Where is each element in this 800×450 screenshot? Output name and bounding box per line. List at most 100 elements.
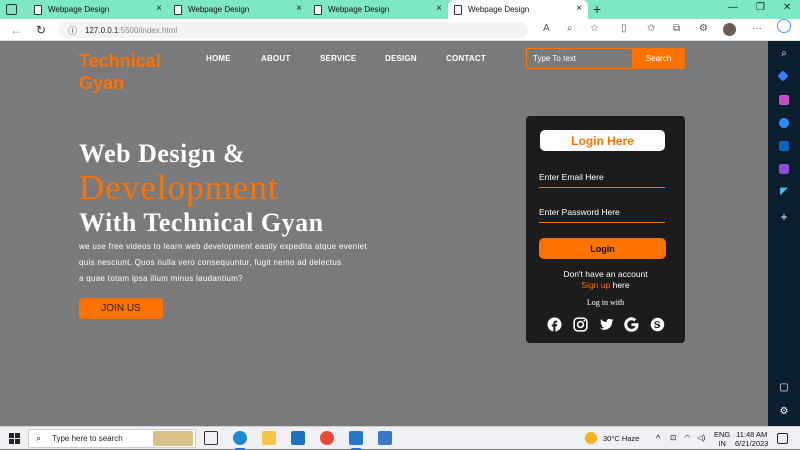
hero-heading-line-1: Web Design & (79, 139, 246, 168)
hero-paragraph-line: we use free videos to learn web developm… (79, 242, 367, 251)
hero-paragraph: we use free videos to learn web developm… (79, 239, 367, 287)
extensions-icon[interactable]: ⚙ (699, 23, 708, 34)
profile-avatar[interactable] (723, 23, 736, 36)
split-screen-icon[interactable]: ▯ (621, 23, 627, 34)
telegram-icon[interactable]: ◤ (779, 187, 789, 197)
facebook-icon[interactable] (547, 316, 562, 332)
hero-paragraph-line: a quae totam ipsa illum minus laudantium… (79, 274, 243, 283)
search-highlight-image (153, 431, 193, 446)
zoom-icon[interactable]: ⌕ (567, 23, 573, 34)
sidebar-settings-icon[interactable]: ⚙ (779, 407, 789, 417)
browser-toolbar: ← ↻ ⓘ 127.0.0.1:5500/index.html A ⌕ ☆ ▯ … (0, 19, 800, 41)
back-icon[interactable]: ← (10, 23, 22, 37)
nav-contact[interactable]: CONTACT (446, 54, 486, 63)
add-sidebar-app-icon[interactable]: + (779, 211, 789, 223)
login-card: Login Here Enter Email Here Enter Passwo… (526, 116, 685, 343)
taskbar-search-input[interactable]: ⌕ Type here to search (28, 429, 196, 448)
skype-icon[interactable] (650, 317, 665, 332)
browser-tab-active[interactable]: Webpage Design × (448, 0, 588, 19)
site-logo[interactable]: Technical Gyan (79, 50, 161, 94)
browser-tab[interactable]: Webpage Design × (168, 0, 308, 19)
games-icon[interactable] (779, 118, 789, 128)
instagram-icon[interactable] (573, 316, 588, 332)
tab-title: Webpage Design (328, 5, 390, 14)
collections-icon[interactable]: ⧉ (673, 23, 680, 34)
site-search-input[interactable]: Type To text (526, 48, 633, 69)
weather-text[interactable]: 30°C Haze (603, 434, 639, 443)
clock-date: 6/21/2023 (735, 439, 769, 448)
no-account-text: Don't have an account (563, 269, 648, 279)
favorites-icon[interactable]: ✩ (647, 23, 655, 34)
login-with-text: Log in with (586, 298, 625, 307)
tools-icon[interactable] (779, 95, 789, 105)
close-tab-icon[interactable]: × (576, 4, 582, 14)
favorite-star-icon[interactable]: ☆ (590, 23, 599, 34)
window-menu-icon[interactable] (6, 4, 17, 15)
volume-icon[interactable]: ◁) (697, 433, 705, 442)
read-aloud-icon[interactable]: A (543, 23, 550, 34)
nav-design[interactable]: DESIGN (385, 54, 417, 63)
hero-heading-line-3: With Technical Gyan (79, 208, 324, 237)
login-button[interactable]: Login (539, 238, 666, 259)
wifi-icon[interactable]: ◠ (684, 433, 691, 442)
windows-start-icon[interactable] (9, 433, 20, 444)
login-title: Login Here (540, 130, 665, 151)
chrome-icon[interactable] (320, 431, 334, 445)
social-login-icons (547, 316, 665, 332)
language-indicator[interactable]: ENG IN (714, 430, 730, 448)
page-icon (174, 4, 182, 15)
mail-icon[interactable] (291, 431, 305, 445)
nav-about[interactable]: ABOUT (261, 54, 290, 63)
browser-tab[interactable]: Webpage Design × (28, 0, 168, 19)
shopping-icon[interactable] (777, 70, 789, 82)
file-explorer-icon[interactable] (262, 431, 276, 445)
close-window-icon[interactable]: ✕ (783, 2, 791, 13)
more-menu-icon[interactable]: ··· (752, 23, 762, 34)
bing-chat-icon[interactable] (777, 19, 791, 33)
logo-line-1: Technical (79, 51, 161, 71)
logo-line-2: Gyan (79, 73, 125, 93)
weather-icon[interactable] (585, 432, 597, 444)
tray-chevron-icon[interactable]: ^ (656, 433, 660, 443)
task-view-icon[interactable] (204, 431, 218, 445)
twitter-icon[interactable] (599, 317, 614, 332)
hide-sidebar-icon[interactable]: ▢ (779, 383, 789, 393)
email-field[interactable]: Enter Email Here (539, 172, 665, 188)
maximize-icon[interactable]: ❐ (756, 2, 765, 13)
vscode-icon[interactable] (349, 431, 363, 445)
web-page: Technical Gyan HOME ABOUT SERVICE DESIGN… (0, 41, 768, 426)
search-icon: ⌕ (36, 433, 42, 443)
browser-tab[interactable]: Webpage Design × (308, 0, 448, 19)
office-icon[interactable] (779, 164, 789, 174)
close-tab-icon[interactable]: × (436, 4, 442, 14)
tab-title: Webpage Design (188, 5, 250, 14)
nav-service[interactable]: SERVICE (320, 54, 356, 63)
outlook-icon[interactable] (779, 141, 789, 151)
nav-home[interactable]: HOME (206, 54, 231, 63)
notifications-icon[interactable] (777, 433, 788, 444)
hero-heading-line-2: Development (79, 168, 279, 207)
taskbar-search-placeholder: Type here to search (52, 434, 123, 443)
join-us-button[interactable]: JOIN US (79, 298, 163, 319)
site-info-icon[interactable]: ⓘ (68, 24, 77, 37)
edge-taskbar-icon[interactable] (233, 431, 247, 445)
clock[interactable]: 11:48 AM 6/21/2023 (735, 430, 768, 448)
page-icon (314, 4, 322, 15)
close-tab-icon[interactable]: × (156, 4, 162, 14)
google-icon[interactable] (624, 316, 639, 332)
photos-icon[interactable] (378, 431, 392, 445)
site-search-button[interactable]: Search (632, 48, 685, 69)
clock-time: 11:48 AM (736, 430, 768, 439)
refresh-icon[interactable]: ↻ (36, 23, 46, 37)
search-icon[interactable]: ⌕ (779, 49, 789, 59)
minimize-icon[interactable]: — (728, 2, 738, 13)
network-icon[interactable]: ⊡ (670, 433, 676, 442)
new-tab-icon[interactable]: + (593, 1, 601, 17)
region-code: IN (718, 439, 726, 448)
address-bar[interactable]: ⓘ 127.0.0.1:5500/index.html (58, 22, 528, 38)
signup-line: Sign up here (526, 280, 685, 291)
signup-link[interactable]: Sign up (581, 280, 610, 290)
edge-sidebar: ⌕ ◤ + ▢ ⚙ (768, 19, 800, 426)
close-tab-icon[interactable]: × (296, 4, 302, 14)
password-field[interactable]: Enter Password Here (539, 207, 665, 223)
